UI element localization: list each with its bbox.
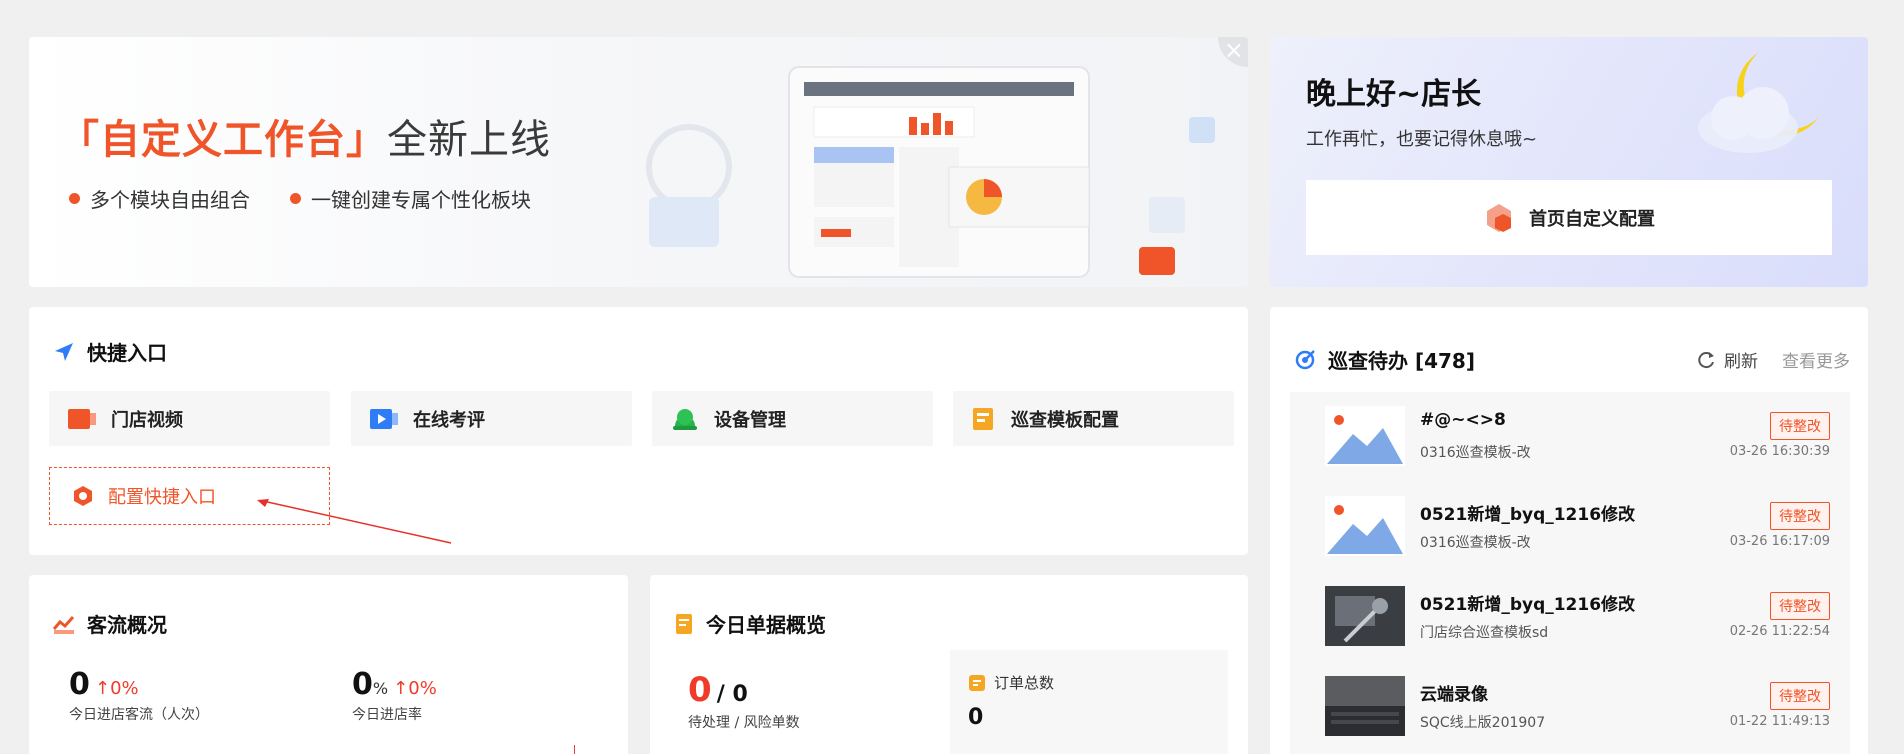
home-config-button[interactable]: 首页自定义配置 <box>1306 180 1832 255</box>
banner-bullet: 一键创建专属个性化板块 <box>290 184 531 213</box>
up-arrow-icon: ↑ <box>94 678 111 699</box>
list-item[interactable]: 0521新增_byq_1216修改 0316巡查模板-改 待整改 03-26 1… <box>1290 482 1850 570</box>
device-icon <box>673 408 697 430</box>
chart-marker-line <box>574 745 575 754</box>
status-badge: 待整改 <box>1770 502 1830 530</box>
status-badge: 待整改 <box>1770 682 1830 710</box>
quick-entry-device-management[interactable]: 设备管理 <box>652 391 933 446</box>
target-icon <box>1295 349 1315 369</box>
status-badge: 待整改 <box>1770 592 1830 620</box>
greeting-title: 晚上好~店长 <box>1306 77 1482 112</box>
settings-hexagon-icon <box>74 486 92 506</box>
bullet-dot-icon <box>69 193 80 204</box>
list-item[interactable]: 云端录像 SQC线上版201907 待整改 01-22 11:49:13 <box>1290 662 1850 750</box>
photo-thumbnail <box>1325 676 1405 736</box>
refresh-button[interactable]: 刷新 <box>1696 347 1758 372</box>
promo-banner: 「自定义工作台」全新上线 多个模块自由组合 一键创建专属个性化板块 × <box>29 37 1248 287</box>
image-placeholder-icon <box>1325 406 1405 466</box>
patrol-todo-header: 巡查待办 [478] <box>1294 345 1475 374</box>
quick-entry-store-video[interactable]: 门店视频 <box>49 391 330 446</box>
play-video-icon <box>370 408 398 429</box>
list-item[interactable]: 0521新增_byq_1216修改 门店综合巡查模板sd 待整改 02-26 1… <box>1290 572 1850 660</box>
annotation-arrow <box>257 499 452 544</box>
patrol-todo-card: 巡查待办 [478] 刷新 查看更多 #@~<>8 0316巡查模板-改 待整改… <box>1270 307 1868 754</box>
refresh-icon <box>1698 351 1714 368</box>
flow-stat-entry-rate: 0% ↑0% 今日进店率 <box>352 667 437 723</box>
flow-stat-visitors: 0 ↑0% 今日进店客流（人次） <box>69 667 209 723</box>
banner-bullet: 多个模块自由组合 <box>69 184 250 213</box>
quick-entry-patrol-template[interactable]: 巡查模板配置 <box>953 391 1234 446</box>
flow-chart-icon <box>53 615 75 634</box>
template-icon <box>973 407 993 430</box>
image-placeholder-icon <box>1325 496 1405 556</box>
hexagon-config-icon <box>1487 203 1511 232</box>
quick-entry-online-review[interactable]: 在线考评 <box>351 391 632 446</box>
pending-risk-stat: 0 / 0 待处理 / 风险单数 <box>688 670 800 731</box>
greeting-subtitle: 工作再忙，也要记得休息哦~ <box>1306 129 1538 150</box>
patrol-todo-list: #@~<>8 0316巡查模板-改 待整改 03-26 16:30:39 052… <box>1290 392 1850 754</box>
order-total-label: 订单总数 <box>968 672 1054 693</box>
greeting-card: 晚上好~店长 工作再忙，也要记得休息哦~ 首页自定义配置 <box>1270 37 1868 287</box>
view-more-link[interactable]: 查看更多 <box>1782 347 1850 372</box>
bullet-dot-icon <box>290 193 301 204</box>
customer-flow-card: 客流概况 0 ↑0% 今日进店客流（人次） 0% ↑0% 今日进店率 <box>29 575 628 754</box>
video-icon <box>68 408 96 429</box>
order-icon <box>969 674 985 691</box>
navigation-arrow-icon <box>55 342 73 361</box>
list-item[interactable]: #@~<>8 0316巡查模板-改 待整改 03-26 16:30:39 <box>1290 392 1850 480</box>
banner-illustration <box>646 66 1215 278</box>
up-arrow-icon: ↑ <box>393 678 409 699</box>
customer-flow-header: 客流概况 <box>53 609 167 638</box>
quick-entry-card: 快捷入口 门店视频 在线考评 设备管理 巡查模板配置 配置快捷入口 <box>29 307 1248 555</box>
banner-title: 「自定义工作台」全新上线 <box>59 117 551 163</box>
status-badge: 待整改 <box>1770 412 1830 440</box>
patrol-todo-actions: 刷新 查看更多 <box>1696 347 1850 372</box>
document-icon <box>676 613 692 634</box>
today-orders-card: 今日单据概览 0 / 0 待处理 / 风险单数 订单总数 0 <box>650 575 1248 754</box>
moon-cloud-icon <box>1698 53 1818 153</box>
today-orders-header: 今日单据概览 <box>674 609 826 638</box>
quick-entry-header: 快捷入口 <box>53 337 167 366</box>
photo-thumbnail <box>1325 586 1405 646</box>
order-total-panel: 订单总数 0 <box>950 650 1228 754</box>
banner-bullets: 多个模块自由组合 一键创建专属个性化板块 <box>69 184 531 213</box>
close-icon: × <box>1223 37 1244 64</box>
